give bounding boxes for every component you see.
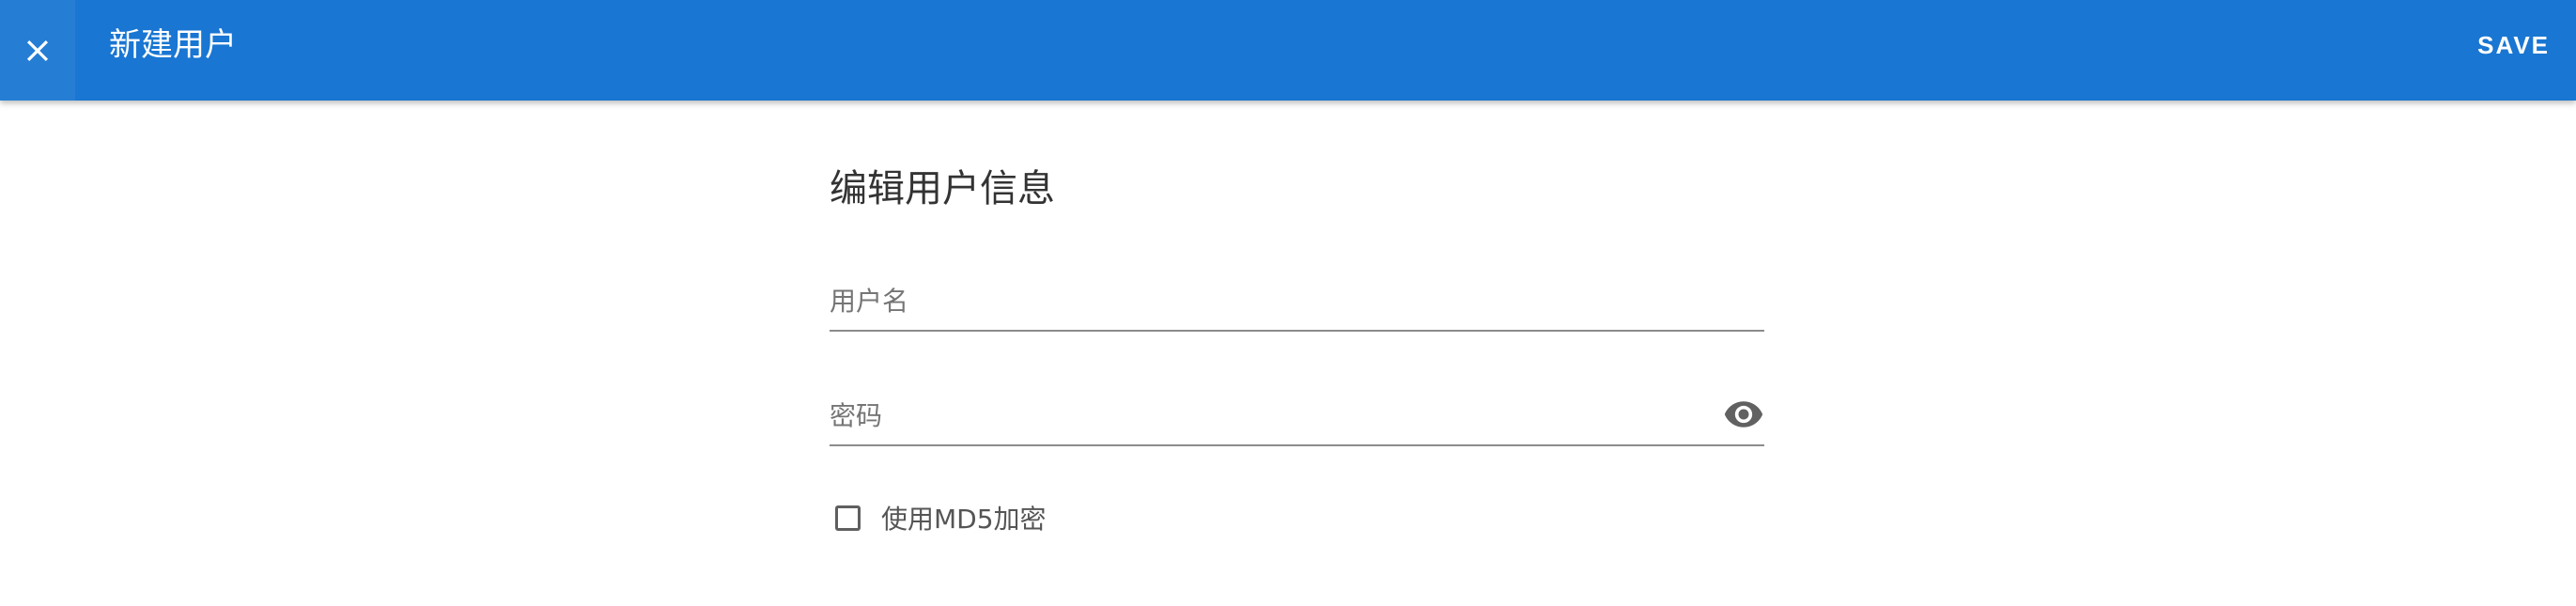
page-title: 新建用户 xyxy=(109,26,237,64)
md5-checkbox[interactable] xyxy=(835,505,861,531)
password-input[interactable] xyxy=(830,384,1764,444)
close-icon xyxy=(26,39,49,61)
md5-checkbox-row[interactable]: 使用MD5加密 xyxy=(830,497,1047,538)
save-button[interactable]: SAVE xyxy=(2477,31,2550,60)
form-title: 编辑用户信息 xyxy=(830,167,1055,210)
password-field[interactable]: 密码 xyxy=(830,384,1764,446)
username-field[interactable]: 用户名 xyxy=(830,270,1764,332)
md5-checkbox-label: 使用MD5加密 xyxy=(881,504,1047,535)
username-input[interactable] xyxy=(830,270,1764,330)
eye-icon[interactable] xyxy=(1723,394,1764,435)
close-button[interactable] xyxy=(0,0,75,101)
app-toolbar: 新建用户 SAVE xyxy=(0,0,2576,101)
